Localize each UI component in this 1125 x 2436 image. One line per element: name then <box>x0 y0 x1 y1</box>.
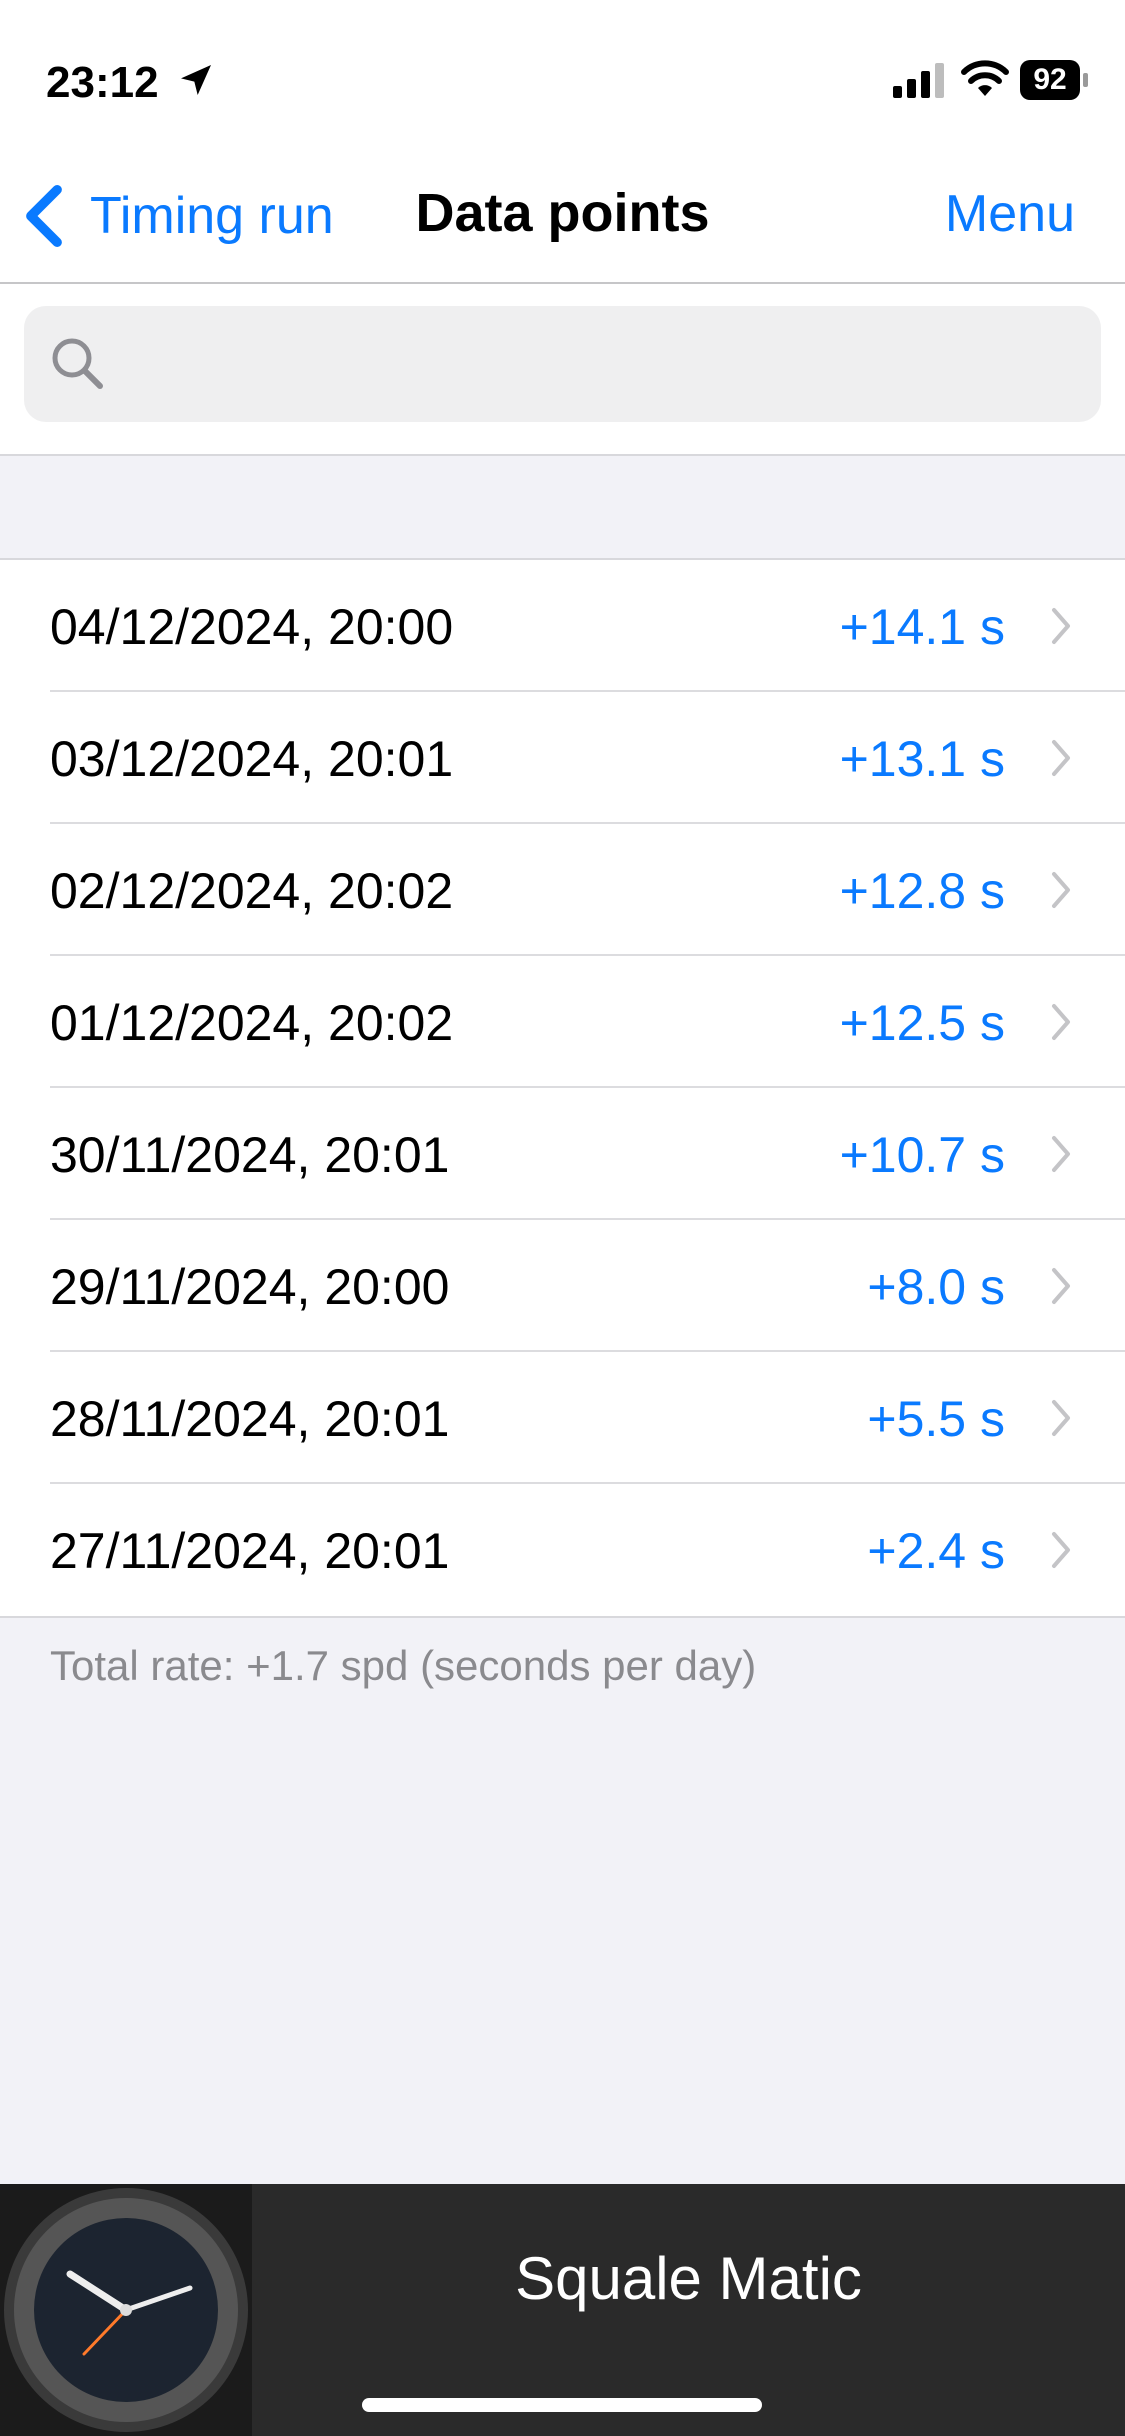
status-time: 23:12 <box>46 58 159 107</box>
data-point-value: +12.5 s <box>839 995 1005 1051</box>
data-point-date: 03/12/2024, 20:01 <box>50 731 454 787</box>
status-bar: 23:12 92 <box>0 0 1125 150</box>
list-item[interactable]: 01/12/2024, 20:02 +12.5 s <box>0 956 1125 1088</box>
data-point-date: 29/11/2024, 20:00 <box>50 1259 450 1315</box>
chevron-right-icon <box>1052 1532 1070 1568</box>
total-rate-text: Total rate: +1.7 spd (seconds per day) <box>50 1642 757 1689</box>
battery-icon: 92 <box>1020 60 1090 102</box>
list-item[interactable]: 29/11/2024, 20:00 +8.0 s <box>0 1220 1125 1352</box>
data-point-value: +13.1 s <box>839 731 1005 787</box>
location-arrow-icon <box>181 65 211 95</box>
battery-level: 92 <box>1020 60 1080 100</box>
chevron-right-icon <box>1052 608 1070 644</box>
data-point-value: +14.1 s <box>839 599 1005 655</box>
wifi-icon <box>961 60 1009 96</box>
chevron-right-icon <box>1052 1268 1070 1304</box>
data-point-date: 02/12/2024, 20:02 <box>50 863 454 919</box>
chevron-right-icon <box>1052 740 1070 776</box>
data-points-list: 04/12/2024, 20:00 +14.1 s 03/12/2024, 20:0… <box>0 558 1125 1618</box>
data-point-value: +8.0 s <box>867 1259 1005 1315</box>
watch-thumbnail <box>0 2184 252 2436</box>
list-item[interactable]: 03/12/2024, 20:01 +13.1 s <box>0 692 1125 824</box>
navigation-bar: Timing run Data points Menu <box>0 150 1125 284</box>
data-point-value: +12.8 s <box>839 863 1005 919</box>
list-item[interactable]: 04/12/2024, 20:00 +14.1 s <box>0 560 1125 692</box>
chevron-right-icon <box>1052 1400 1070 1436</box>
data-point-date: 30/11/2024, 20:01 <box>50 1127 450 1183</box>
list-item[interactable]: 30/11/2024, 20:01 +10.7 s <box>0 1088 1125 1220</box>
watch-name: Squale Matic <box>515 2245 862 2312</box>
home-indicator[interactable] <box>362 2398 762 2412</box>
data-point-date: 28/11/2024, 20:01 <box>50 1391 450 1447</box>
magnifying-glass-icon <box>52 338 103 389</box>
list-item[interactable]: 27/11/2024, 20:01 +2.4 s <box>0 1484 1125 1616</box>
data-point-value: +2.4 s <box>867 1523 1005 1579</box>
search-bar[interactable] <box>24 306 1101 422</box>
chevron-right-icon <box>1052 1004 1070 1040</box>
cellular-signal-icon <box>893 63 944 98</box>
data-point-value: +5.5 s <box>867 1391 1005 1447</box>
data-point-value: +10.7 s <box>839 1127 1005 1183</box>
search-input[interactable] <box>124 326 1078 404</box>
chevron-right-icon <box>1052 872 1070 908</box>
menu-button[interactable]: Menu <box>945 184 1075 244</box>
search-section <box>0 284 1125 456</box>
data-point-date: 27/11/2024, 20:01 <box>50 1523 450 1579</box>
list-item[interactable]: 28/11/2024, 20:01 +5.5 s <box>0 1352 1125 1484</box>
data-point-date: 04/12/2024, 20:00 <box>50 599 454 655</box>
chevron-right-icon <box>1052 1136 1070 1172</box>
list-item[interactable]: 02/12/2024, 20:02 +12.8 s <box>0 824 1125 956</box>
data-point-date: 01/12/2024, 20:02 <box>50 995 454 1051</box>
